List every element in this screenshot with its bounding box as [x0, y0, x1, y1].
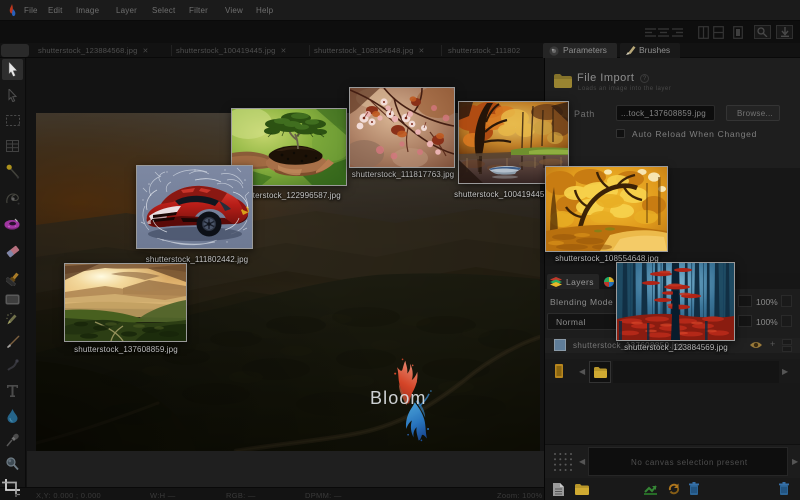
svg-text:Bloom: Bloom: [370, 388, 427, 408]
